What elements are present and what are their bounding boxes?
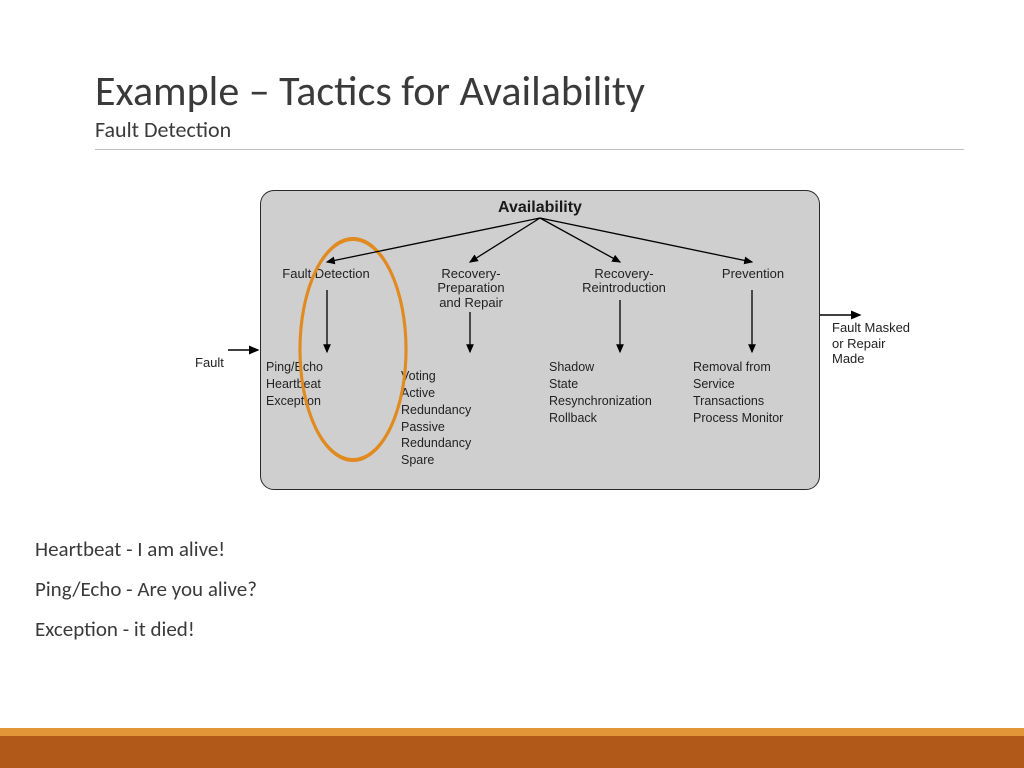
slide: Example – Tactics for Availability Fault… [0, 0, 1024, 768]
note-line: Ping/Echo - Are you alive? [35, 570, 257, 610]
column-prevention: Prevention Removal from Service Transact… [693, 267, 813, 427]
column-items: Voting Active Redundancy Passive Redunda… [401, 368, 541, 469]
column-recovery-reintro: Recovery- Reintroduction Shadow State Re… [549, 267, 699, 427]
highlight-circle [298, 237, 407, 462]
list-item: Rollback [549, 410, 699, 427]
list-item: Shadow [549, 359, 699, 376]
list-item: Process Monitor [693, 410, 813, 427]
title-block: Example – Tactics for Availability Fault… [95, 70, 964, 158]
output-label: Fault Masked or Repair Made [832, 320, 912, 367]
notes: Heartbeat - I am alive! Ping/Echo - Are … [35, 530, 257, 650]
slide-subtitle: Fault Detection [95, 116, 964, 143]
column-title: Recovery- Reintroduction [549, 267, 699, 301]
diagram-panel: Availability Fault Detection Ping/Echo H… [260, 190, 820, 490]
note-line: Exception - it died! [35, 610, 257, 650]
title-rule [95, 149, 964, 150]
list-item: Removal from Service [693, 359, 813, 393]
diagram: Availability Fault Detection Ping/Echo H… [200, 190, 920, 510]
accent-bar-dark [0, 736, 1024, 768]
list-item: Passive Redundancy [401, 419, 541, 453]
list-item: Spare [401, 452, 541, 469]
column-title: Recovery- Preparation and Repair [401, 267, 541, 310]
list-item: Voting [401, 368, 541, 385]
column-items: Removal from Service Transactions Proces… [693, 359, 813, 427]
list-item: State Resynchronization [549, 376, 699, 410]
list-item: Active Redundancy [401, 385, 541, 419]
list-item: Transactions [693, 393, 813, 410]
slide-title: Example – Tactics for Availability [95, 70, 964, 114]
input-label: Fault [195, 355, 255, 371]
note-line: Heartbeat - I am alive! [35, 530, 257, 570]
column-title: Prevention [693, 267, 813, 301]
column-items: Shadow State Resynchronization Rollback [549, 359, 699, 427]
accent-bar-light [0, 728, 1024, 736]
column-recovery-prep: Recovery- Preparation and Repair Voting … [401, 267, 541, 469]
diagram-heading: Availability [261, 199, 819, 217]
